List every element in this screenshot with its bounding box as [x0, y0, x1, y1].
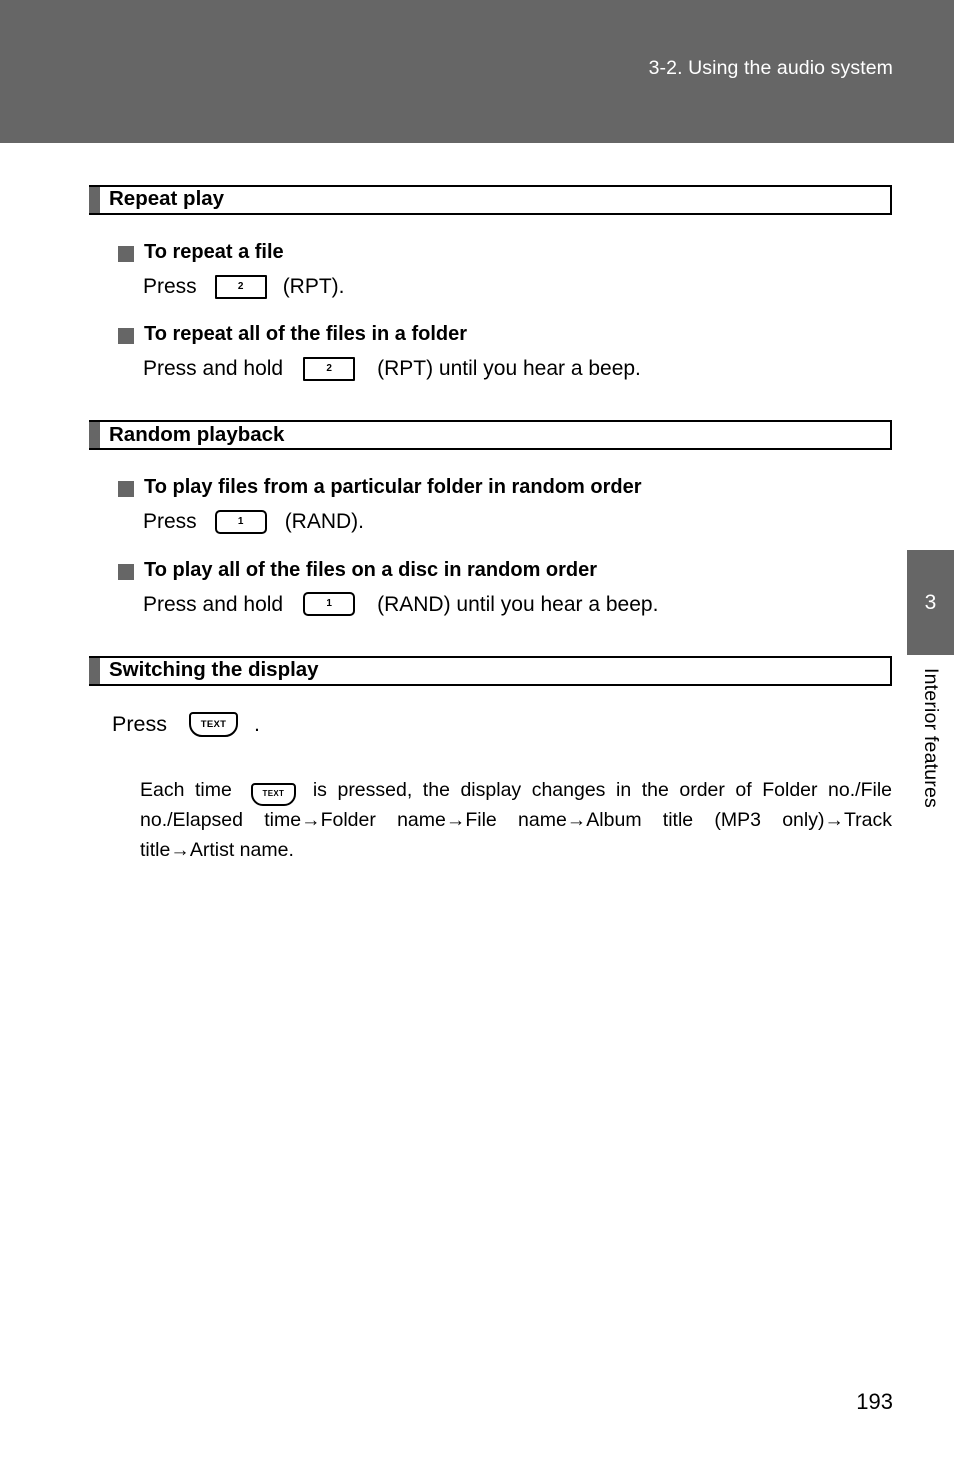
instruction-suffix: (RPT).: [282, 275, 345, 298]
section-accent-bar: [89, 657, 100, 684]
chapter-tab-label: Interior features: [907, 668, 954, 888]
audio-key-button-1[interactable]: 1: [214, 509, 267, 534]
instruction-suffix: (RPT) until you hear a beep.: [377, 357, 641, 381]
instruction-suffix: .: [253, 711, 260, 736]
instruction-suffix: (RAND).: [284, 510, 365, 534]
subsection-heading-text: To repeat a file: [144, 241, 284, 263]
chapter-number-text: 3: [924, 590, 937, 614]
section-title-text: Repeat play: [109, 187, 225, 211]
section-title-text: Random playback: [109, 422, 285, 446]
chapter-tab-number: 3: [907, 550, 954, 655]
section-header-random-playback: Random playback: [89, 420, 892, 451]
audio-key-button-1[interactable]: 1: [303, 592, 356, 617]
subsection-heading-random-folder: To play files from a particular folder i…: [118, 476, 892, 499]
instruction-line-random-disc: Press and hold 1 (RAND) until you hear a…: [143, 592, 892, 617]
section-accent-bar: [89, 187, 100, 213]
subsection-heading-text: To play all of the files on a disc in ra…: [144, 558, 598, 581]
instruction-suffix: (RAND) until you hear a beep.: [377, 592, 659, 616]
section-title-text: Switching the display: [109, 658, 319, 681]
subsection-heading-text: To repeat all of the files in a folder: [144, 323, 468, 346]
audio-key-button-text[interactable]: TEXT: [188, 711, 238, 737]
subsection-heading-text: To play files from a particular folder i…: [144, 476, 642, 499]
instruction-press-verb: Press: [143, 510, 197, 534]
audio-key-button-2[interactable]: 2: [214, 274, 267, 299]
square-bullet-icon: [118, 246, 134, 262]
square-bullet-icon: [118, 328, 134, 345]
instruction-line-repeat-folder: Press and hold 2 (RPT) until you hear a …: [143, 356, 892, 381]
instruction-press-verb: Press: [143, 275, 197, 298]
section-header-repeat-play: Repeat play: [89, 185, 892, 215]
page-header-band: 3-2. Using the audio system: [0, 0, 954, 143]
subsection-heading-repeat-folder: To repeat all of the files in a folder: [118, 323, 892, 346]
section-header-switching-display: Switching the display: [89, 655, 892, 686]
page-number: 193: [856, 1389, 893, 1414]
instruction-press-verb: Press and hold: [143, 592, 284, 616]
instruction-line-random-folder: Press 1 (RAND).: [143, 509, 892, 534]
page-header-title: 3-2. Using the audio system: [648, 57, 893, 79]
instruction-line-repeat-file: Press 2 (RPT).: [143, 274, 892, 299]
paragraph-lead-text: Each time: [140, 779, 232, 802]
subsection-heading-random-disc: To play all of the files on a disc in ra…: [118, 559, 892, 582]
body-paragraph-display-order: Each time TEXT is pressed, the display cha…: [140, 776, 892, 865]
square-bullet-icon: [118, 481, 134, 498]
instruction-line-press-text: Press TEXT .: [112, 711, 892, 737]
chapter-label-text: Interior features: [920, 668, 942, 808]
audio-key-button-text[interactable]: TEXT: [250, 782, 296, 806]
audio-key-button-2[interactable]: 2: [303, 356, 356, 381]
page-content: Repeat play To repeat a file Press 2 (RP…: [0, 143, 954, 885]
instruction-press-verb: Press and hold: [143, 357, 284, 381]
instruction-press-verb: Press: [112, 711, 167, 736]
square-bullet-icon: [118, 563, 134, 580]
section-accent-bar: [89, 422, 100, 449]
subsection-heading-repeat-file: To repeat a file: [118, 241, 892, 264]
